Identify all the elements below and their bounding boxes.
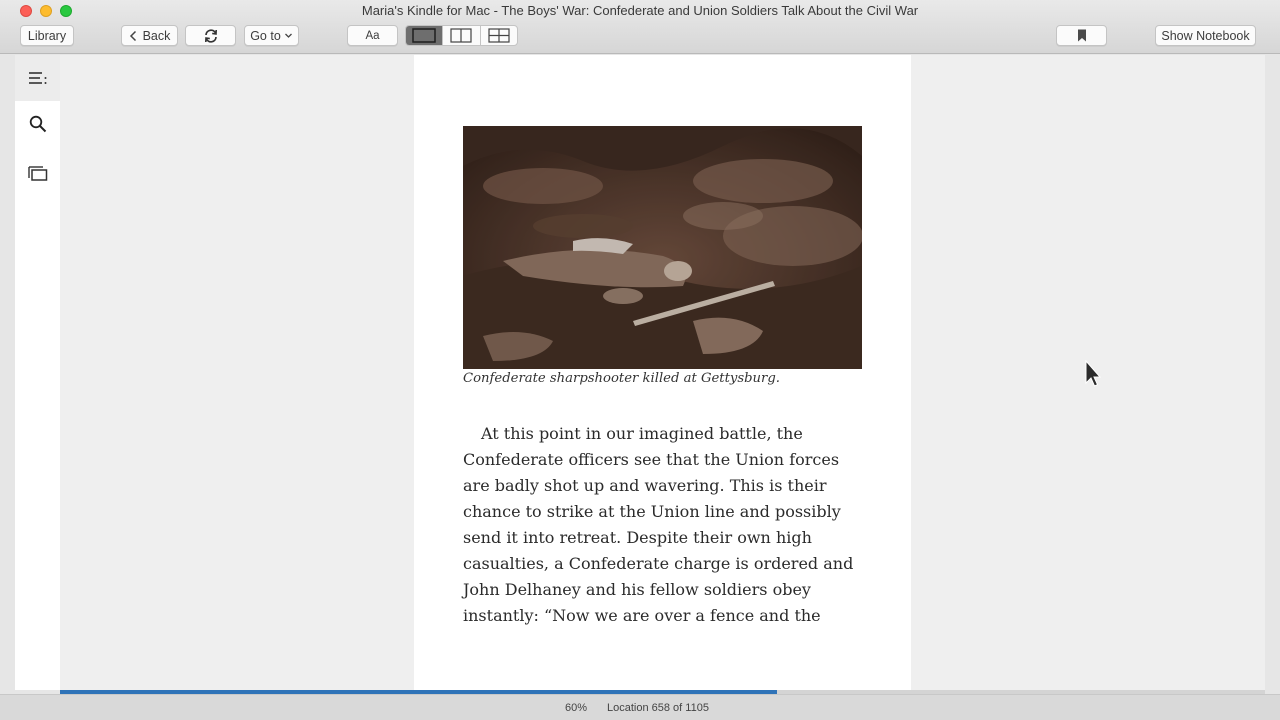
body-text-line: instantly: “Now we are over a fence and …: [463, 606, 821, 625]
title-bar: Maria's Kindle for Mac - The Boys' War: …: [0, 0, 1280, 54]
back-button[interactable]: Back: [121, 25, 178, 46]
bookmark-button[interactable]: [1056, 25, 1107, 46]
chevron-left-icon: [129, 30, 136, 41]
body-text: At this point in our imagined battle, th…: [463, 421, 873, 629]
window-left-edge: [0, 55, 15, 690]
search-button[interactable]: [15, 101, 60, 147]
flashcards-button[interactable]: [15, 150, 60, 196]
sync-icon: [204, 28, 217, 43]
goto-label: Go to: [250, 28, 281, 43]
location-indicator: Location 658 of 1105: [607, 702, 709, 714]
goto-dropdown[interactable]: Go to: [244, 25, 299, 46]
flashcards-icon: [27, 166, 47, 181]
two-column-view-button[interactable]: [443, 26, 481, 45]
body-text-line: Confederate officers see that the Union …: [463, 450, 840, 469]
table-of-contents-icon: [28, 72, 46, 84]
back-label: Back: [142, 28, 171, 43]
photo-caption: Confederate sharpshooter killed at Getty…: [463, 371, 780, 386]
mouse-cursor-icon: [1085, 360, 1101, 387]
two-column-icon: [450, 28, 473, 43]
body-text-line: casualties, a Confederate charge is orde…: [463, 554, 854, 573]
table-of-contents-button[interactable]: [15, 55, 60, 101]
window-right-edge: [1265, 55, 1280, 690]
sidebar: [15, 55, 60, 690]
body-text-line: send it into retreat. Despite their own …: [463, 528, 812, 547]
body-text-line: John Delhaney and his fellow soldiers ob…: [463, 580, 811, 599]
book-photo: [463, 126, 862, 369]
chevron-down-icon: [284, 33, 292, 38]
bookmark-icon: [1077, 29, 1086, 42]
font-settings-button[interactable]: Aa: [347, 25, 398, 46]
percent-read: 60%: [565, 702, 588, 714]
single-page-view-button[interactable]: [406, 26, 444, 45]
body-text-line: At this point in our imagined battle, th…: [481, 424, 803, 443]
library-button[interactable]: Library: [20, 25, 74, 46]
single-page-icon: [412, 28, 436, 43]
status-bar: 60% Location 658 of 1105: [0, 694, 1280, 720]
show-notebook-button[interactable]: Show Notebook: [1155, 25, 1256, 46]
view-mode-selector: [405, 25, 518, 46]
multi-column-view-button[interactable]: [481, 26, 517, 45]
sync-button[interactable]: [185, 25, 236, 46]
book-page: Confederate sharpshooter killed at Getty…: [414, 55, 911, 690]
body-text-line: are badly shot up and wavering. This is …: [463, 476, 827, 495]
multi-column-icon: [488, 28, 510, 43]
search-icon: [29, 115, 46, 133]
body-text-line: chance to strike at the Union line and p…: [463, 502, 841, 521]
window-title: Maria's Kindle for Mac - The Boys' War: …: [361, 3, 919, 18]
civil-war-photo-image: [463, 126, 862, 369]
